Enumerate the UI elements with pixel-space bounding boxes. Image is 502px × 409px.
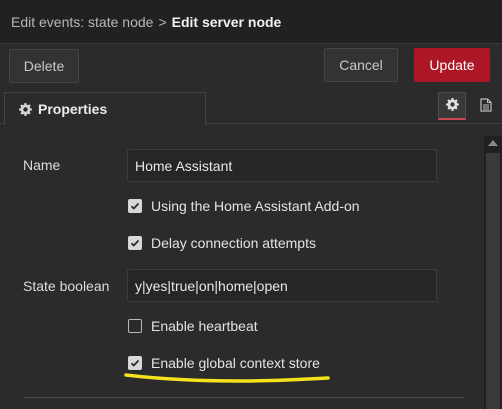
update-button[interactable]: Update <box>414 48 490 82</box>
addon-checkbox[interactable] <box>128 199 142 213</box>
delay-checkbox-label: Delay connection attempts <box>151 235 316 251</box>
tab-bar: Properties <box>0 88 502 125</box>
name-field[interactable]: Home Assistant <box>127 149 437 182</box>
gear-icon <box>19 102 32 116</box>
global-context-checkbox[interactable] <box>128 356 142 370</box>
document-icon <box>480 97 492 115</box>
addon-checkbox-row[interactable]: Using the Home Assistant Add-on <box>128 198 360 214</box>
delete-button[interactable]: Delete <box>9 49 79 83</box>
section-divider <box>23 397 465 398</box>
delay-checkbox[interactable] <box>128 236 142 250</box>
breadcrumb-separator: > <box>158 14 167 30</box>
dialog-titlebar: Edit events: state node > Edit server node <box>0 0 502 44</box>
cancel-button[interactable]: Cancel <box>324 48 398 82</box>
tab-properties-label: Properties <box>38 101 108 117</box>
breadcrumb-current: Edit server node <box>171 14 282 30</box>
checkmark-icon <box>130 239 140 247</box>
name-label: Name <box>23 157 61 173</box>
global-context-checkbox-row[interactable]: Enable global context store <box>128 355 320 371</box>
scrollbar-thumb[interactable] <box>486 153 500 409</box>
scroll-up-arrow-icon[interactable] <box>488 140 498 146</box>
checkmark-icon <box>130 359 140 367</box>
state-boolean-label: State boolean <box>23 278 110 294</box>
checkmark-icon <box>130 202 140 210</box>
tab-properties[interactable]: Properties <box>4 92 206 125</box>
heartbeat-checkbox[interactable] <box>128 319 142 333</box>
tab-description[interactable] <box>472 92 500 120</box>
breadcrumb-parent[interactable]: Edit events: state node <box>11 14 153 30</box>
scrollbar[interactable] <box>484 136 502 409</box>
breadcrumb: Edit events: state node > Edit server node <box>11 14 281 30</box>
heartbeat-checkbox-row[interactable]: Enable heartbeat <box>128 318 258 334</box>
delay-checkbox-row[interactable]: Delay connection attempts <box>128 235 316 251</box>
state-boolean-field[interactable]: y|yes|true|on|home|open <box>127 269 437 302</box>
heartbeat-checkbox-label: Enable heartbeat <box>151 318 258 334</box>
highlight-underline <box>124 373 330 383</box>
addon-checkbox-label: Using the Home Assistant Add-on <box>151 198 360 214</box>
gear-icon <box>445 97 459 114</box>
global-context-checkbox-label: Enable global context store <box>151 355 320 371</box>
tab-settings[interactable] <box>438 92 466 120</box>
